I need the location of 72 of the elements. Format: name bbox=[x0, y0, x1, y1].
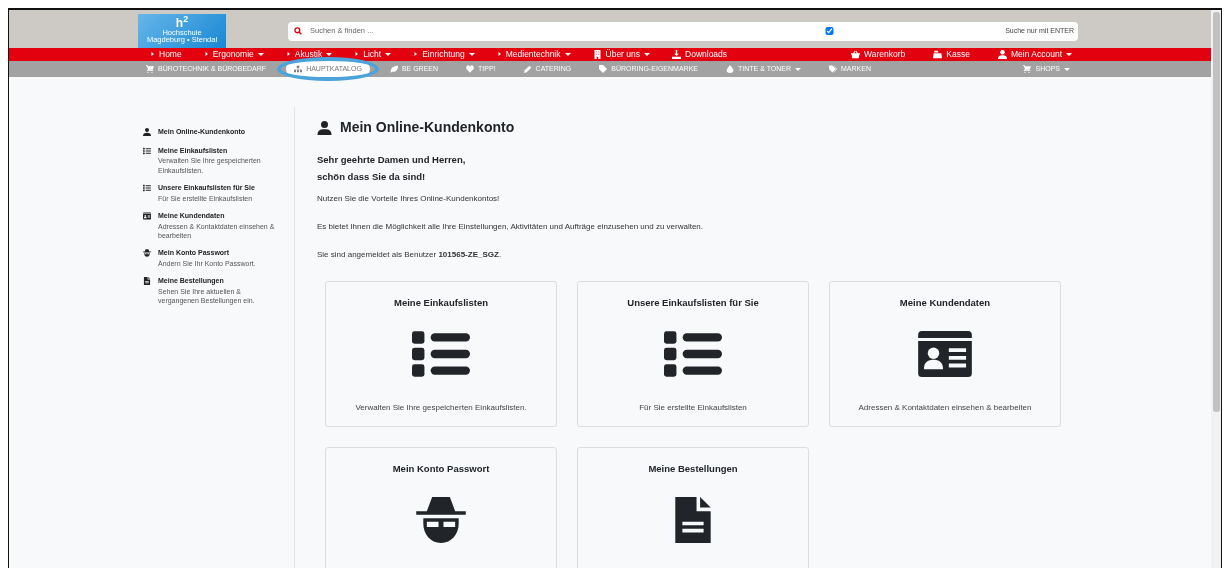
account-card[interactable]: Meine Einkaufslisten Verwalten Sie Ihre gespeicherten Einkaufslisten. bbox=[325, 281, 557, 428]
logo-mark: h$^{2}$ bbox=[175, 17, 189, 29]
card-title: Unsere Einkaufslisten für Sie bbox=[627, 296, 759, 311]
nav-link[interactable]: Home bbox=[144, 48, 188, 61]
leaf-icon bbox=[389, 65, 398, 73]
nav-link[interactable]: Akustik bbox=[279, 48, 339, 61]
nav-link[interactable]: Ergonomie bbox=[197, 48, 270, 61]
account-card[interactable]: Meine Bestellungen bbox=[577, 447, 809, 568]
caret-right-icon bbox=[285, 51, 291, 58]
card-description: Adressen & Kontaktdaten einsehen & bearbeiten bbox=[858, 402, 1032, 415]
list-icon bbox=[143, 184, 151, 193]
nav-link[interactable]: Downloads bbox=[666, 48, 734, 61]
user-icon bbox=[997, 49, 1007, 59]
spy-icon bbox=[143, 249, 151, 258]
caret-icon bbox=[326, 52, 333, 56]
caret-right-icon bbox=[354, 51, 360, 58]
scrollbar-thumb[interactable] bbox=[1212, 12, 1220, 412]
caret-icon bbox=[1064, 67, 1070, 71]
caret-icon bbox=[1066, 52, 1072, 56]
list-icon bbox=[664, 330, 722, 377]
download-icon bbox=[672, 49, 681, 59]
caret-icon bbox=[795, 67, 801, 71]
account-card[interactable]: Mein Konto Passwort bbox=[325, 447, 557, 568]
list-icon bbox=[143, 146, 151, 155]
user-icon bbox=[143, 128, 151, 137]
list-icon bbox=[412, 330, 470, 377]
caret-icon bbox=[385, 52, 392, 56]
drop-icon bbox=[726, 65, 734, 73]
caret-right-icon bbox=[150, 51, 155, 58]
cash-register-icon bbox=[933, 49, 943, 59]
user-icon bbox=[317, 120, 332, 135]
body-text: Es bietet Ihnen die Möglichkeit alle Ihre Einstellungen, Aktivitäten und Aufträge einzusehen und zu verwalten. bbox=[317, 221, 705, 234]
caret-icon bbox=[257, 52, 264, 56]
account-card[interactable]: Meine Kundendaten Adressen & Kontaktdaten einsehen & bearbeiten bbox=[829, 281, 1061, 428]
greeting-text: schön dass Sie da sind! bbox=[317, 169, 427, 184]
caret-right-icon bbox=[496, 51, 502, 58]
nav-link[interactable]: Einrichtung bbox=[407, 48, 481, 61]
caret-right-icon bbox=[413, 51, 419, 58]
basket-icon bbox=[851, 49, 861, 59]
nav-link[interactable]: Medientechnik bbox=[490, 48, 577, 61]
file-icon bbox=[143, 277, 151, 286]
heart-icon bbox=[466, 65, 475, 73]
id-card-icon bbox=[143, 212, 151, 221]
nav-link[interactable]: Warenkorb bbox=[845, 48, 912, 61]
cart-icon bbox=[146, 65, 154, 73]
tag-icon bbox=[599, 65, 608, 73]
cart-icon bbox=[1023, 65, 1032, 73]
caret-right-icon bbox=[203, 51, 209, 58]
caret-icon bbox=[564, 52, 571, 56]
nav-link[interactable]: Licht bbox=[348, 48, 398, 61]
caret-icon bbox=[644, 52, 650, 56]
id-card-icon bbox=[916, 330, 974, 377]
sitemap-icon bbox=[294, 65, 303, 73]
building-icon bbox=[592, 49, 602, 59]
greeting-text: Sehr geehrte Damen und Herren, bbox=[317, 153, 467, 168]
account-card[interactable]: Unsere Einkaufslisten für Sie Für Sie erstellte Einkaufslisten bbox=[577, 281, 809, 428]
card-title: Meine Bestellungen bbox=[648, 462, 738, 477]
body-text: Sie sind angemeldet als Benutzer 101565-ZE_SGZ. bbox=[317, 249, 503, 262]
card-description: Für Sie erstellte Einkaufslisten bbox=[639, 402, 747, 415]
pen-icon bbox=[523, 65, 532, 73]
card-title: Mein Konto Passwort bbox=[392, 462, 490, 477]
nav-link[interactable]: Mein Account bbox=[991, 48, 1078, 61]
card-title: Meine Einkaufslisten bbox=[394, 296, 488, 311]
nav-link[interactable]: Über uns bbox=[586, 48, 656, 61]
search-icon bbox=[294, 27, 302, 35]
caret-icon bbox=[468, 52, 475, 56]
body-text: Nutzen Sie die Vorteile Ihres Online-Kundenkontos! bbox=[317, 193, 501, 206]
card-description: Verwalten Sie Ihre gespeicherten Einkaufslisten. bbox=[355, 402, 527, 415]
nav-link[interactable]: Kasse bbox=[927, 48, 976, 61]
page-heading: Mein Online-Kundenkonto bbox=[340, 119, 515, 137]
tags-icon bbox=[829, 65, 837, 73]
card-title: Meine Kundendaten bbox=[899, 296, 991, 311]
